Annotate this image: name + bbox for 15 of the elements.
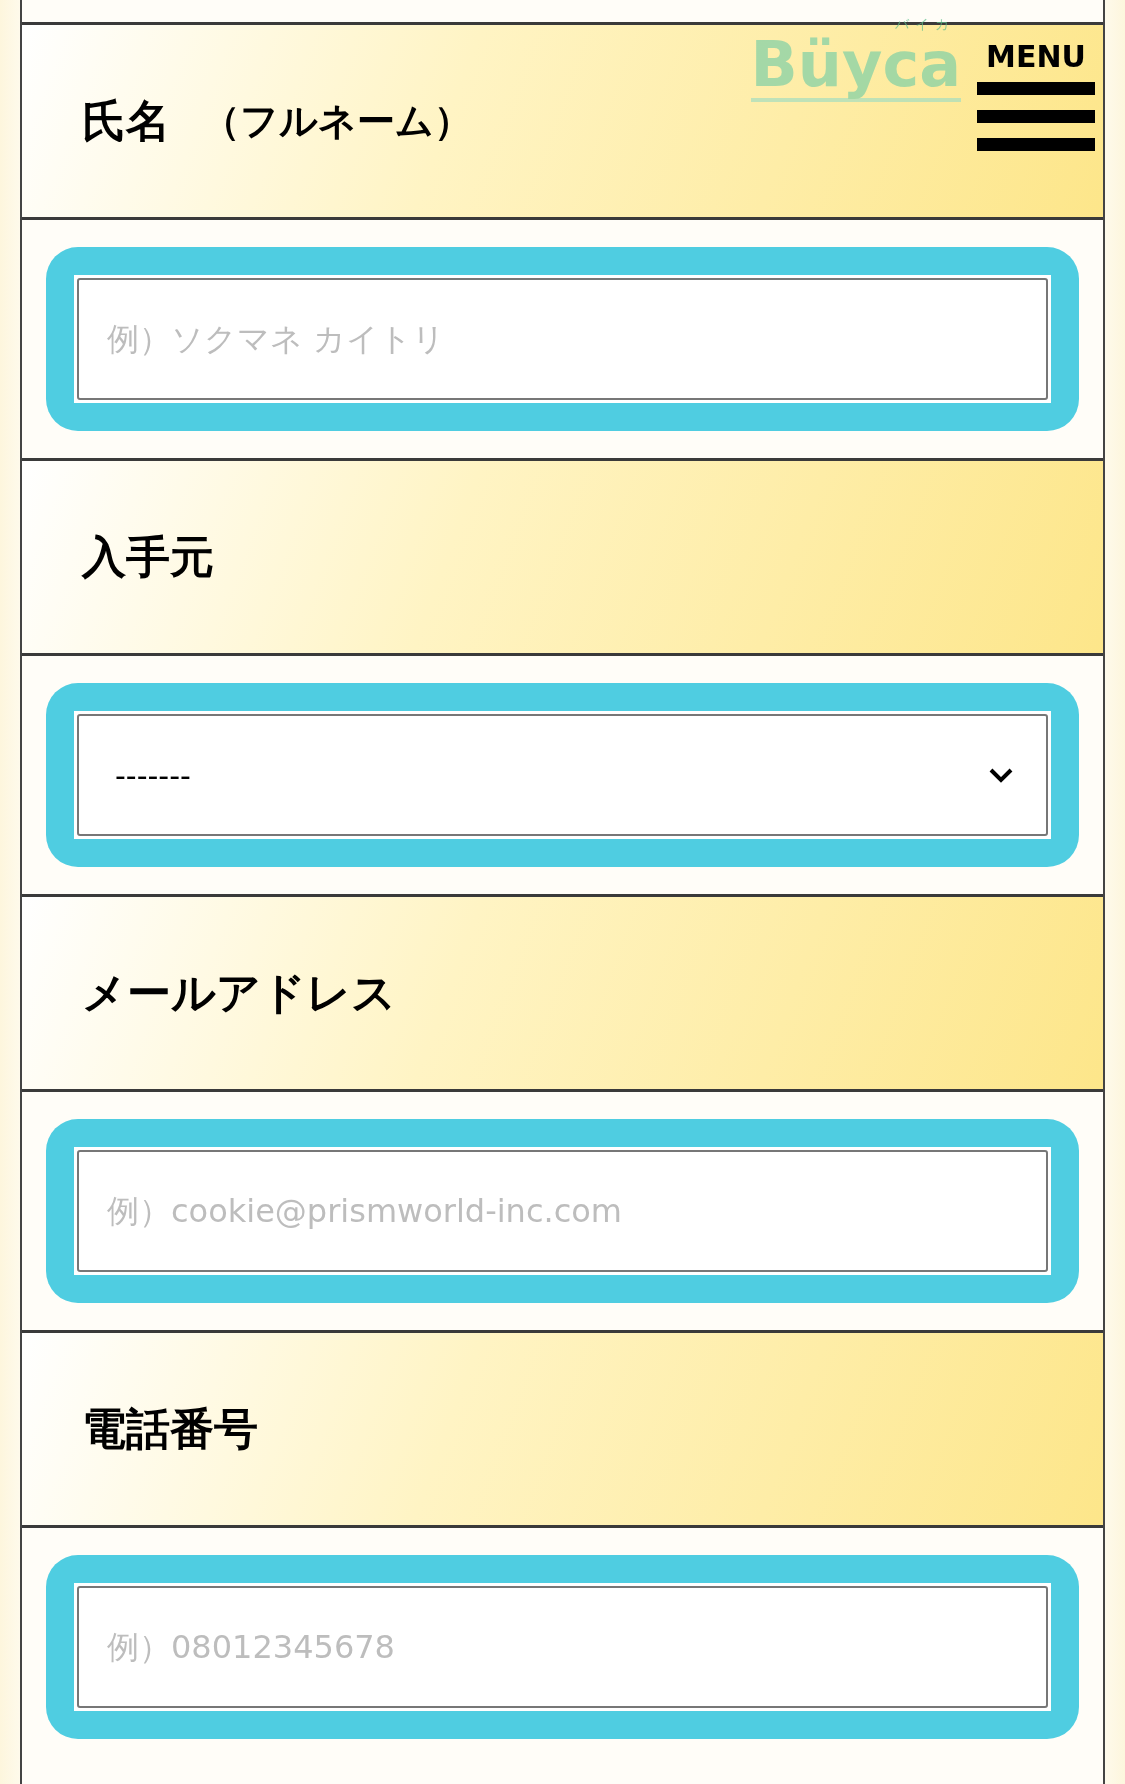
text-field[interactable]: 例）cookie@prismworld-inc.com [77, 1150, 1048, 1272]
field-label: メールアドレス [82, 966, 396, 1020]
text-field[interactable]: 例）08012345678 [77, 1586, 1048, 1708]
menu-button[interactable]: MENU [977, 14, 1095, 154]
field-note: （フルネーム） [202, 97, 472, 145]
chevron-down-icon [988, 766, 1014, 784]
menu-icon [977, 80, 1095, 154]
logo-ruby: バイカ [894, 16, 956, 32]
field-label: 電話番号 [82, 1402, 258, 1456]
select-value: ------- [114, 756, 191, 795]
text-field[interactable]: 例）ソクマネ カイトリ [77, 278, 1048, 400]
field-label: 入手元 [82, 530, 214, 584]
select-field[interactable]: ------- [77, 714, 1048, 836]
field-label: 氏名 [82, 94, 170, 148]
logo-text: Büyca [750, 32, 961, 102]
